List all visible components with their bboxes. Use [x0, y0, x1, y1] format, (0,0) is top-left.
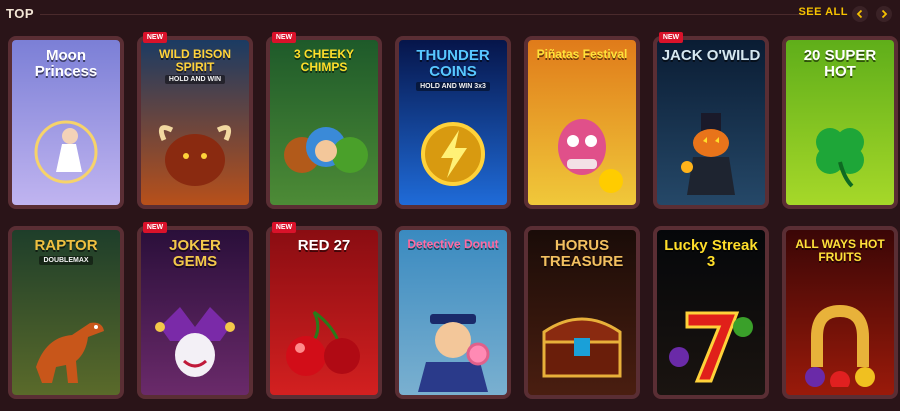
game-tile-content: WILD BISON SPIRIT HOLD AND WIN — [141, 40, 249, 205]
horseshoe-icon — [786, 288, 894, 395]
new-badge: NEW — [272, 32, 296, 43]
game-title: WILD BISON SPIRIT — [159, 47, 231, 74]
game-tile-content: Piñatas Festival — [528, 40, 636, 205]
joker-icon — [141, 288, 249, 395]
game-tile-content: HORUS TREASURE — [528, 230, 636, 395]
game-tile-content: 3 CHEEKY CHIMPS — [270, 40, 378, 205]
game-tile-content: JACK O'WILD — [657, 40, 765, 205]
game-subtitle: HOLD AND WIN — [164, 75, 226, 85]
chevron-right-icon — [881, 9, 888, 19]
game-tile[interactable]: 3 CHEEKY CHIMPS — [266, 36, 382, 209]
game-tile[interactable]: RED 27 — [266, 226, 382, 399]
section-header: TOP SEE ALL — [0, 0, 900, 30]
game-title: JACK O'WILD — [661, 47, 761, 64]
chevron-left-icon — [856, 9, 863, 19]
bison-icon — [141, 98, 249, 205]
header-divider — [40, 14, 800, 15]
game-title: JOKER GEMS — [169, 237, 221, 270]
game-title: Piñatas Festival — [536, 47, 628, 61]
new-badge: NEW — [659, 32, 683, 43]
seven-icon — [657, 288, 765, 395]
game-title: RAPTOR — [34, 237, 98, 254]
game-tile-content: Lucky Streak 3 — [657, 230, 765, 395]
game-tile[interactable]: ALL WAYS HOT FRUITS — [782, 226, 898, 399]
game-title: ALL WAYS HOT FRUITS — [795, 237, 885, 264]
game-tile[interactable]: Moon Princess — [8, 36, 124, 209]
game-tile[interactable]: JACK O'WILD — [653, 36, 769, 209]
game-tile-content: JOKER GEMS — [141, 230, 249, 395]
chest-icon — [528, 288, 636, 395]
game-title: 20 SUPER HOT — [803, 47, 877, 80]
next-button[interactable] — [876, 6, 892, 22]
monkey-icon — [270, 98, 378, 205]
game-title: HORUS TREASURE — [540, 237, 624, 270]
donut-icon — [399, 288, 507, 395]
game-tile[interactable]: THUNDER COINS HOLD AND WIN 3x3 — [395, 36, 511, 209]
see-all-link[interactable]: SEE ALL — [798, 6, 848, 18]
game-tile-content: ALL WAYS HOT FRUITS — [786, 230, 894, 395]
game-tile-content: THUNDER COINS HOLD AND WIN 3x3 — [399, 40, 507, 205]
game-tile[interactable]: Lucky Streak 3 — [653, 226, 769, 399]
game-tile[interactable]: 20 SUPER HOT — [782, 36, 898, 209]
game-tile[interactable]: HORUS TREASURE — [524, 226, 640, 399]
lightning-icon — [399, 98, 507, 205]
game-tile[interactable]: Detective Donut — [395, 226, 511, 399]
game-tile[interactable]: WILD BISON SPIRIT HOLD AND WIN — [137, 36, 253, 209]
pinata-icon — [528, 98, 636, 205]
game-title: THUNDER COINS — [416, 47, 490, 80]
game-tile-content: RAPTOR DOUBLEMAX — [12, 230, 120, 395]
game-subtitle: DOUBLEMAX — [39, 255, 93, 265]
game-tile[interactable]: JOKER GEMS — [137, 226, 253, 399]
new-badge: NEW — [143, 222, 167, 233]
game-tile-content: Moon Princess — [12, 40, 120, 205]
new-badge: NEW — [272, 222, 296, 233]
game-tile[interactable]: RAPTOR DOUBLEMAX — [8, 226, 124, 399]
dinosaur-icon — [12, 288, 120, 395]
prev-button[interactable] — [852, 6, 868, 22]
section-title: TOP — [6, 6, 34, 21]
game-tile-content: 20 SUPER HOT — [786, 40, 894, 205]
princess-icon — [12, 98, 120, 205]
pumpkin-icon — [657, 98, 765, 205]
game-title: Lucky Streak 3 — [664, 237, 758, 270]
game-title: Detective Donut — [407, 237, 499, 251]
game-title: Moon Princess — [34, 47, 98, 80]
game-subtitle: HOLD AND WIN 3x3 — [416, 81, 490, 91]
new-badge: NEW — [143, 32, 167, 43]
clover-icon — [786, 98, 894, 205]
cherries-icon — [270, 288, 378, 395]
game-tile-content: RED 27 — [270, 230, 378, 395]
game-title: RED 27 — [297, 237, 351, 254]
game-tile[interactable]: Piñatas Festival — [524, 36, 640, 209]
game-tile-content: Detective Donut — [399, 230, 507, 395]
game-title: 3 CHEEKY CHIMPS — [293, 47, 355, 74]
